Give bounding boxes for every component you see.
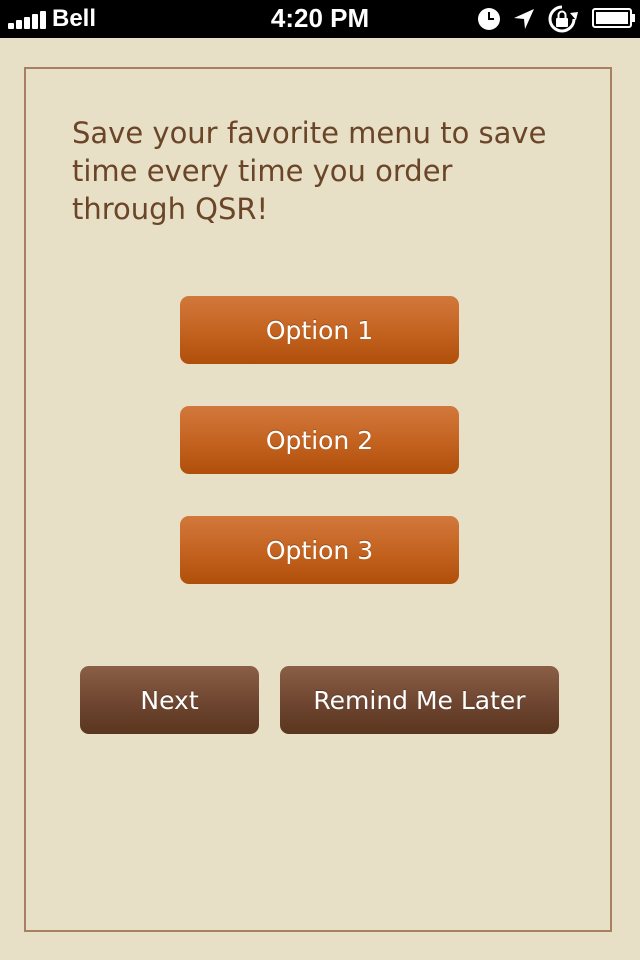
clock-icon bbox=[478, 8, 500, 30]
remind-me-later-button[interactable]: Remind Me Later bbox=[280, 666, 559, 734]
location-icon bbox=[514, 9, 534, 29]
option-1-button[interactable]: Option 1 bbox=[180, 296, 459, 364]
next-button[interactable]: Next bbox=[80, 666, 259, 734]
prompt-line: through QSR! bbox=[72, 192, 269, 226]
save-menu-prompt: Save your favorite menu to save time eve… bbox=[72, 114, 592, 228]
prompt-line: Save your favorite menu to save bbox=[72, 116, 547, 150]
battery-icon bbox=[592, 8, 635, 28]
option-2-button[interactable]: Option 2 bbox=[180, 406, 459, 474]
rotation-lock-icon bbox=[548, 5, 578, 33]
option-3-button[interactable]: Option 3 bbox=[180, 516, 459, 584]
prompt-line: time every time you order bbox=[72, 154, 453, 188]
status-time: 4:20 PM bbox=[270, 3, 370, 33]
status-bar: Bell 4:20 PM bbox=[0, 0, 640, 38]
